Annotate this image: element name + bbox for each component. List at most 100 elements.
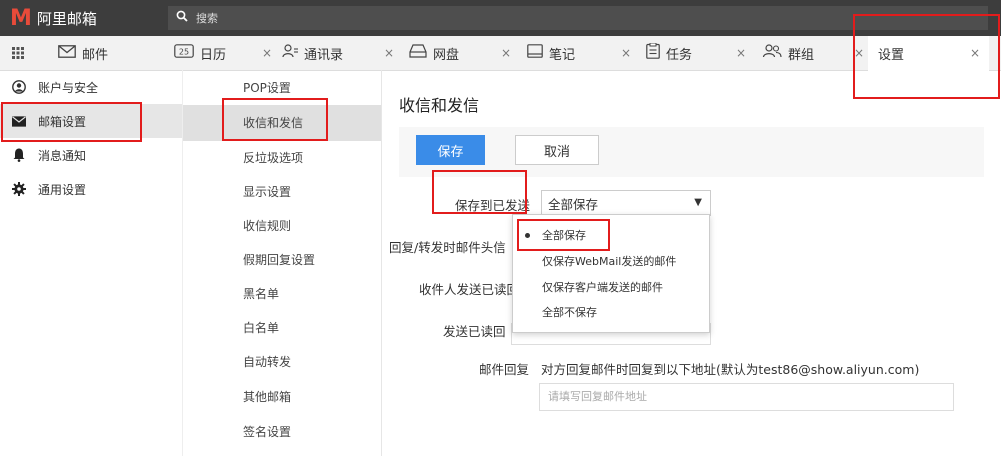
mail-reply-label: 邮件回复 <box>479 362 530 377</box>
sidebar: 账户与安全 邮箱设置 消息通知 通用设置 <box>0 70 182 456</box>
reply-forward-header-label: 回复/转发时邮件头信 <box>389 240 506 255</box>
sidebar-item-label: 账户与安全 <box>38 80 99 95</box>
selected-dot-icon <box>525 233 530 238</box>
close-icon[interactable]: × <box>970 46 980 60</box>
save-to-sent-label: 保存到已发送 <box>455 198 531 213</box>
subnav-item-send-receive[interactable]: 收信和发信 <box>183 105 381 141</box>
close-icon[interactable]: × <box>501 46 511 60</box>
recipient-read-receipt-label: 收件人发送已读回 <box>419 282 520 297</box>
close-icon[interactable]: × <box>736 46 746 60</box>
send-read-receipt-label: 发送已读回 <box>443 324 506 339</box>
tab-mail[interactable]: 邮件 <box>58 36 158 70</box>
subnav-item-antispam[interactable]: 反垃圾选项 <box>183 140 381 176</box>
tab-groups[interactable]: 群组 × <box>762 36 864 70</box>
dropdown-option-webmail-only[interactable]: 仅保存WebMail发送的邮件 <box>513 249 709 275</box>
tab-notes[interactable]: 笔记 × <box>527 36 631 70</box>
sidebar-item-account[interactable]: 账户与安全 <box>0 70 182 104</box>
cancel-button[interactable]: 取消 <box>515 135 599 165</box>
close-icon[interactable]: × <box>854 46 864 60</box>
subnav-label: 自动转发 <box>243 355 292 369</box>
subnav-item-signature[interactable]: 签名设置 <box>183 414 381 450</box>
dropdown-option-none[interactable]: 全部不保存 <box>513 300 709 326</box>
dropdown-option-all[interactable]: 全部保存 <box>513 223 709 249</box>
subnav-item-forward[interactable]: 自动转发 <box>183 344 381 380</box>
subnav-item-pop[interactable]: POP设置 <box>183 70 381 106</box>
app-tab-bar: 邮件 25 日历 × 通讯录 × 网盘 × 笔记 × 任务 × 群组 × 设置 … <box>0 36 1001 71</box>
sidebar-item-notifications[interactable]: 消息通知 <box>0 138 182 172</box>
note-icon <box>527 44 543 62</box>
subnav-label: 其他邮箱 <box>243 390 292 404</box>
search-box[interactable]: 搜索 <box>168 6 988 30</box>
sidebar-item-label: 消息通知 <box>38 148 87 163</box>
button-bar: 保存 取消 <box>399 127 984 177</box>
drive-icon <box>409 44 427 62</box>
close-icon[interactable]: × <box>384 46 394 60</box>
subnav-item-other-mailbox[interactable]: 其他邮箱 <box>183 379 381 415</box>
settings-subnav: POP设置 收信和发信 反垃圾选项 显示设置 收信规则 假期回复设置 黑名单 白… <box>182 70 382 456</box>
subnav-item-whitelist[interactable]: 白名单 <box>183 310 381 346</box>
option-label: 全部保存 <box>542 229 586 242</box>
account-icon <box>12 80 26 94</box>
gear-icon <box>12 182 26 196</box>
bell-icon <box>12 148 26 162</box>
logo-text: 阿里邮箱 <box>36 9 97 28</box>
dropdown-option-client-only[interactable]: 仅保存客户端发送的邮件 <box>513 275 709 301</box>
task-icon <box>646 42 660 63</box>
subnav-label: 假期回复设置 <box>243 253 316 267</box>
subnav-item-vacation[interactable]: 假期回复设置 <box>183 242 381 278</box>
calendar-icon: 25 <box>174 44 194 62</box>
app-logo[interactable]: M 阿里邮箱 <box>10 5 97 31</box>
sidebar-item-mail-settings[interactable]: 邮箱设置 <box>0 104 182 138</box>
tab-label: 任务 <box>666 47 693 63</box>
close-icon[interactable]: × <box>621 46 631 60</box>
tab-label: 设置 <box>878 48 905 63</box>
option-label: 仅保存WebMail发送的邮件 <box>542 255 677 268</box>
subnav-label: 签名设置 <box>243 425 292 439</box>
tab-label: 日历 <box>200 47 227 63</box>
option-label: 全部不保存 <box>542 306 597 319</box>
tab-settings[interactable]: 设置 × <box>868 36 989 71</box>
tab-tasks[interactable]: 任务 × <box>646 36 746 70</box>
search-input[interactable]: 搜索 <box>196 10 218 26</box>
subnav-label: 黑名单 <box>243 287 280 301</box>
subnav-item-rules[interactable]: 收信规则 <box>183 208 381 244</box>
tab-label: 笔记 <box>549 47 576 63</box>
svg-text:25: 25 <box>179 48 189 57</box>
search-icon <box>176 10 188 26</box>
sidebar-item-label: 邮箱设置 <box>38 114 87 129</box>
envelope-icon <box>58 44 76 62</box>
tab-drive[interactable]: 网盘 × <box>409 36 511 70</box>
select-value: 全部保存 <box>548 196 599 212</box>
save-to-sent-select[interactable]: 全部保存 ▼ <box>541 190 711 216</box>
subnav-label: 收信和发信 <box>243 116 304 130</box>
top-bar: M 阿里邮箱 搜索 <box>0 0 1001 36</box>
mail-icon <box>12 114 26 128</box>
tab-contacts[interactable]: 通讯录 × <box>282 36 394 70</box>
tab-label: 邮件 <box>82 47 109 63</box>
subnav-label: 收信规则 <box>243 219 292 233</box>
page-title: 收信和发信 <box>399 96 480 115</box>
tab-label: 网盘 <box>433 47 460 63</box>
subnav-label: 显示设置 <box>243 185 292 199</box>
tab-label: 通讯录 <box>304 47 344 63</box>
subnav-item-display[interactable]: 显示设置 <box>183 174 381 210</box>
subnav-label: 反垃圾选项 <box>243 151 304 165</box>
logo-mark: M <box>10 5 32 31</box>
mail-reply-description: 对方回复邮件时回复到以下地址(默认为test86@show.aliyun.com… <box>541 362 920 377</box>
close-icon[interactable]: × <box>262 46 272 60</box>
contacts-icon <box>282 44 298 62</box>
subnav-label: POP设置 <box>243 81 291 95</box>
reply-address-input[interactable]: 请填写回复邮件地址 <box>539 383 954 411</box>
group-icon <box>762 44 782 62</box>
caret-down-icon: ▼ <box>694 197 702 208</box>
sidebar-item-label: 通用设置 <box>38 182 87 197</box>
save-to-sent-dropdown: 全部保存 仅保存WebMail发送的邮件 仅保存客户端发送的邮件 全部不保存 <box>512 214 710 333</box>
subnav-item-blacklist[interactable]: 黑名单 <box>183 276 381 312</box>
sidebar-item-general[interactable]: 通用设置 <box>0 172 182 206</box>
option-label: 仅保存客户端发送的邮件 <box>542 281 663 294</box>
save-button[interactable]: 保存 <box>416 135 485 165</box>
tab-label: 群组 <box>788 47 815 63</box>
grid-icon[interactable] <box>12 36 32 70</box>
subnav-label: 白名单 <box>243 321 280 335</box>
tab-calendar[interactable]: 25 日历 × <box>174 36 274 70</box>
